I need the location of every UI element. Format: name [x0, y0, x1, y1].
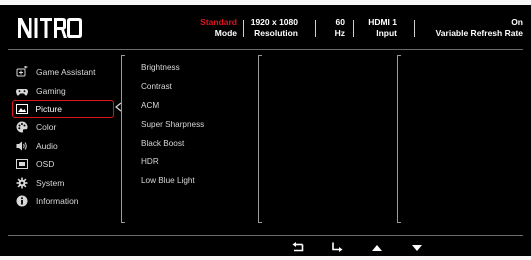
menu-item-hdr[interactable]: HDR [141, 152, 204, 171]
menu-item-brightness[interactable]: Brightness [141, 58, 204, 77]
option-bracket [397, 55, 401, 223]
nitro-logo-mark [18, 18, 82, 38]
status-divider [315, 20, 316, 37]
sidebar-item-label: Color [36, 122, 57, 133]
sidebar-menu: Game Assistant Gaming Picture Color Audi… [12, 63, 114, 210]
input-label: Input [376, 28, 397, 38]
mode-status: Standard Mode [190, 17, 237, 39]
navigation-bar [0, 241, 531, 257]
sidebar-item-audio[interactable]: Audio [12, 137, 114, 155]
up-button[interactable] [370, 241, 384, 255]
sidebar-item-label: System [36, 177, 65, 188]
vrr-status: On Variable Refresh Rate [420, 17, 523, 39]
down-arrow-icon [411, 239, 423, 257]
menu-item-acm[interactable]: ACM [141, 96, 204, 115]
status-bar: Standard Mode 1920 x 1080 Resolution 60 … [190, 17, 523, 43]
down-button[interactable] [410, 241, 424, 255]
submenu-bracket [121, 55, 125, 223]
vrr-value: On [511, 17, 523, 27]
menu-item-super-sharpness[interactable]: Super Sharpness [141, 115, 204, 134]
controller-icon [16, 85, 28, 97]
mode-label: Mode [214, 28, 237, 38]
input-value: HDMI 1 [368, 17, 397, 27]
sidebar-item-label: Audio [36, 140, 58, 151]
palette-icon [16, 121, 28, 133]
sidebar-item-picture[interactable]: Picture [12, 99, 114, 119]
menu-item-black-boost[interactable]: Black Boost [141, 134, 204, 153]
footer-divider [8, 235, 523, 236]
refresh-label: Hz [334, 28, 345, 38]
sidebar-item-label: Information [36, 195, 79, 206]
sidebar-item-color[interactable]: Color [12, 118, 114, 136]
refresh-status: 60 Hz [330, 17, 345, 39]
menu-item-low-blue-light[interactable]: Low Blue Light [141, 171, 204, 190]
resolution-label: Resolution [254, 28, 298, 38]
mode-value: Standard [200, 17, 237, 27]
menu-item-contrast[interactable]: Contrast [141, 77, 204, 96]
refresh-value: 60 [335, 17, 345, 27]
sidebar-item-osd[interactable]: OSD [12, 155, 114, 173]
vrr-label: Variable Refresh Rate [435, 28, 523, 38]
sidebar-item-game-assistant[interactable]: Game Assistant [12, 63, 114, 81]
up-arrow-icon [371, 239, 383, 257]
picture-icon [15, 103, 28, 115]
status-divider [353, 20, 354, 37]
sidebar-item-system[interactable]: System [12, 173, 114, 191]
enter-icon [331, 239, 343, 257]
osd-menu: Standard Mode 1920 x 1080 Resolution 60 … [0, 0, 531, 260]
nitro-logo [17, 15, 83, 45]
speaker-icon [16, 140, 28, 152]
header-divider [8, 49, 523, 50]
osd-window-icon [16, 158, 28, 170]
sidebar-item-label: OSD [36, 159, 55, 170]
resolution-value: 1920 x 1080 [250, 17, 298, 27]
sidebar-item-information[interactable]: Information [12, 192, 114, 210]
input-status: HDMI 1 Input [359, 17, 397, 39]
back-button[interactable] [291, 241, 305, 255]
gear-icon [16, 177, 28, 189]
gamepad-plus-icon [16, 66, 28, 78]
resolution-status: 1920 x 1080 Resolution [248, 17, 298, 39]
value-bracket [258, 55, 262, 223]
sidebar-item-label: Game Assistant [36, 67, 96, 78]
status-divider [243, 20, 244, 37]
sidebar-item-gaming[interactable]: Gaming [12, 81, 114, 99]
picture-submenu: Brightness Contrast ACM Super Sharpness … [141, 58, 204, 190]
enter-button[interactable] [330, 241, 344, 255]
sidebar-item-label: Picture [35, 103, 62, 114]
info-icon [16, 195, 28, 207]
back-icon [292, 239, 304, 257]
status-divider [414, 20, 415, 37]
sidebar-item-label: Gaming [36, 85, 66, 96]
